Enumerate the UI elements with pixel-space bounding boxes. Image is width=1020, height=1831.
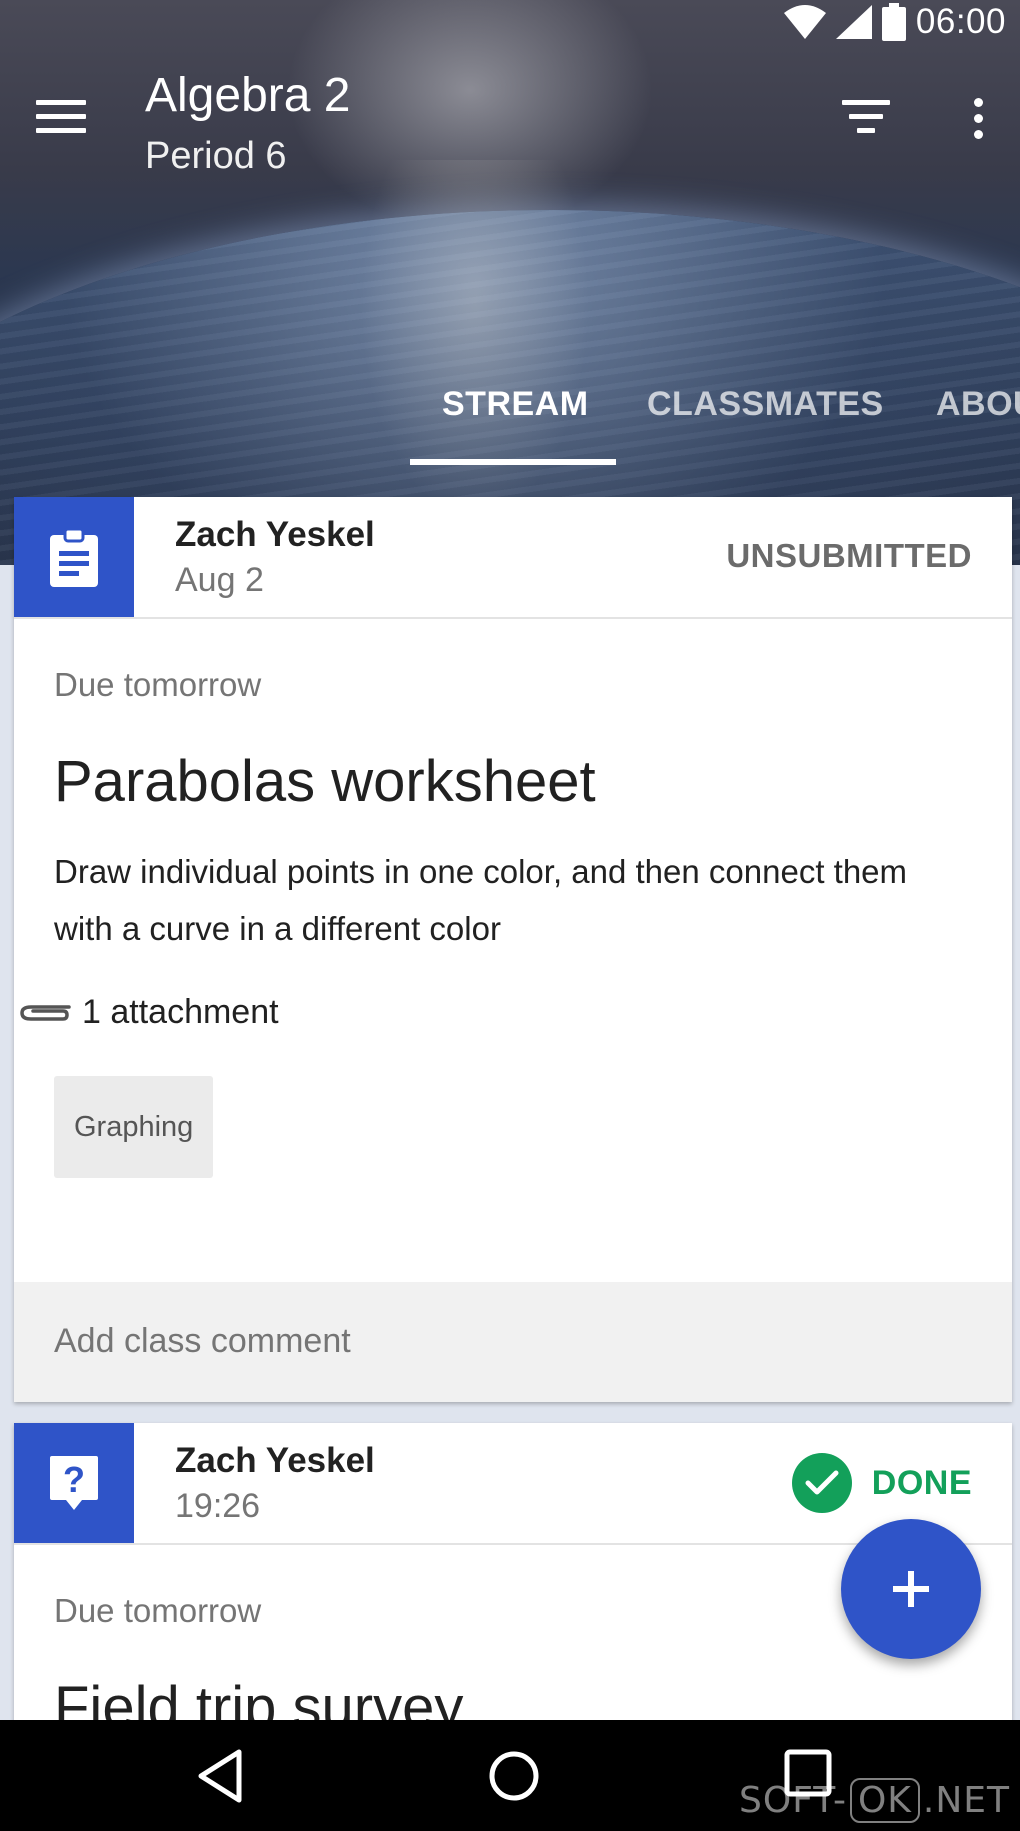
class-subtitle: Period 6 [145,135,287,177]
back-icon[interactable] [195,1748,245,1809]
watermark-part3: .NET [922,1780,1010,1821]
home-icon[interactable] [486,1748,542,1809]
tab-bar: STREAM CLASSMATES ABOU [0,375,1020,465]
watermark: SOFT- OK .NET [739,1778,1010,1823]
tab-classmates[interactable]: CLASSMATES [647,385,884,424]
tab-stream[interactable]: STREAM [442,385,589,424]
system-navigation-bar: SOFT- OK .NET [0,1720,1020,1831]
card-header: Zach Yeskel Aug 2 UNSUBMITTED [14,497,1012,619]
question-type-tile: ? [14,1423,134,1543]
card-body: Due tomorrow Parabolas worksheet Draw in… [14,619,1012,1178]
due-label: Due tomorrow [54,666,262,703]
clock-time: 06:00 [915,2,1006,41]
question-icon: ? [50,1456,98,1510]
attachment-chip[interactable]: Graphing [54,1076,214,1178]
class-comment-placeholder[interactable]: Add class comment [54,1322,351,1361]
banner-light-beam [360,160,590,520]
status-badge: DONE [871,1463,972,1502]
card-author: Zach Yeskel [175,515,375,554]
class-title: Algebra 2 [145,69,351,122]
active-tab-indicator [410,459,616,465]
assignment-description: Draw individual points in one color, and… [54,853,908,947]
menu-icon[interactable] [36,100,86,144]
card-header: ? Zach Yeskel 19:26 DONE [14,1423,1012,1545]
add-button[interactable] [841,1519,981,1659]
card-post-time: 19:26 [175,1487,261,1525]
check-icon [791,1453,852,1513]
assignment-title: Parabolas worksheet [54,749,596,814]
tab-about[interactable]: ABOU [936,385,1020,424]
assignment-icon [50,527,98,587]
assignment-card[interactable]: Zach Yeskel Aug 2 UNSUBMITTED Due tomorr… [14,497,1012,1402]
signal-icon [835,5,872,39]
card-post-date: Aug 2 [175,561,264,599]
card-author: Zach Yeskel [175,1441,375,1480]
watermark-part2: OK [849,1778,920,1823]
add-icon [893,1571,929,1607]
attachment-count: 1 attachment [82,993,279,1031]
done-status: DONE [791,1453,972,1513]
battery-icon [881,3,906,41]
assignment-type-tile [14,497,134,617]
svg-text:?: ? [63,1459,85,1500]
more-icon[interactable] [965,98,991,146]
status-badge: UNSUBMITTED [726,537,972,574]
due-label: Due tomorrow [54,1592,262,1629]
attachment-count-row: 1 attachment [20,993,972,1032]
class-comment-field[interactable]: Add class comment [14,1282,1012,1402]
watermark-part1: SOFT- [739,1780,847,1821]
filter-icon[interactable] [840,100,892,140]
status-bar: 06:00 [0,0,1020,44]
attachment-icon [20,1005,71,1021]
wifi-icon [783,5,826,39]
